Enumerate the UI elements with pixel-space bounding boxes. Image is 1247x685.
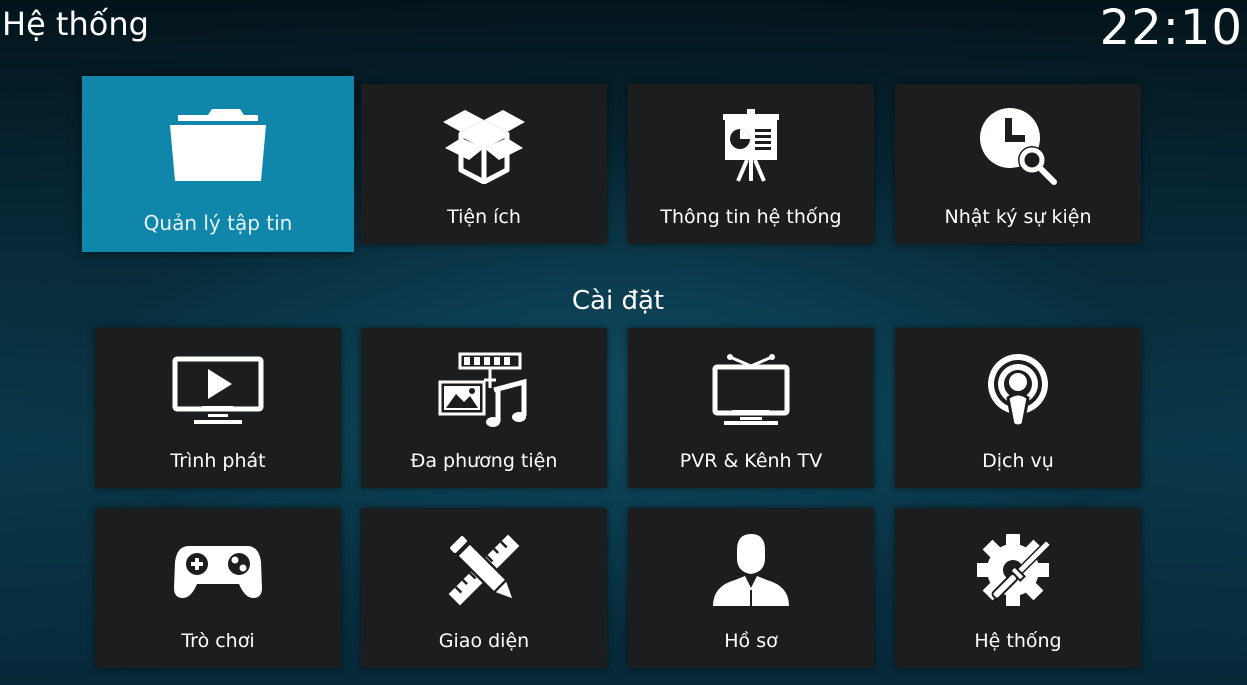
gear-tools-icon [895, 530, 1141, 610]
tile-services[interactable]: Dịch vụ [895, 328, 1141, 488]
tile-label: Dịch vụ [982, 450, 1054, 472]
tile-profiles[interactable]: Hồ sơ [628, 508, 874, 668]
monitor-play-icon [95, 350, 341, 430]
tile-system-info[interactable]: Thông tin hệ thống [628, 84, 874, 244]
tile-label: Giao diện [438, 630, 530, 652]
user-profile-icon [628, 530, 874, 610]
tile-label: Nhật ký sự kiện [944, 206, 1092, 228]
tile-label: Tiện ích [447, 206, 521, 228]
tile-label: Hệ thống [974, 630, 1062, 652]
tile-label: PVR & Kênh TV [679, 450, 823, 472]
tile-label: Trò chơi [181, 630, 255, 652]
box-icon [361, 106, 607, 186]
clock-search-icon [895, 106, 1141, 186]
broadcast-icon [895, 350, 1141, 430]
tile-label: Đa phương tiện [410, 450, 558, 472]
tile-add-ons[interactable]: Tiện ích [361, 84, 607, 244]
tile-pvr-live-tv[interactable]: PVR & Kênh TV [628, 328, 874, 488]
presentation-board-icon [628, 106, 874, 186]
media-library-icon [361, 350, 607, 430]
clock: 22:10 [1099, 0, 1243, 56]
tile-event-log[interactable]: Nhật ký sự kiện [895, 84, 1141, 244]
tile-label: Hồ sơ [724, 630, 778, 652]
section-title-settings: Cài đặt [571, 286, 665, 316]
folder-icon [82, 102, 354, 188]
tile-system-settings[interactable]: Hệ thống [895, 508, 1141, 668]
tile-media[interactable]: Đa phương tiện [361, 328, 607, 488]
tile-player[interactable]: Trình phát [95, 328, 341, 488]
tile-interface[interactable]: Giao diện [361, 508, 607, 668]
page-title: Hệ thống [2, 5, 149, 43]
tile-label: Trình phát [170, 450, 266, 472]
tv-antenna-icon [628, 350, 874, 430]
pencil-ruler-icon [361, 530, 607, 610]
tile-label: Thông tin hệ thống [660, 206, 842, 228]
tile-label: Quản lý tập tin [143, 211, 293, 235]
tile-games[interactable]: Trò chơi [95, 508, 341, 668]
gamepad-icon [95, 530, 341, 610]
tile-file-manager[interactable]: Quản lý tập tin [82, 76, 354, 252]
